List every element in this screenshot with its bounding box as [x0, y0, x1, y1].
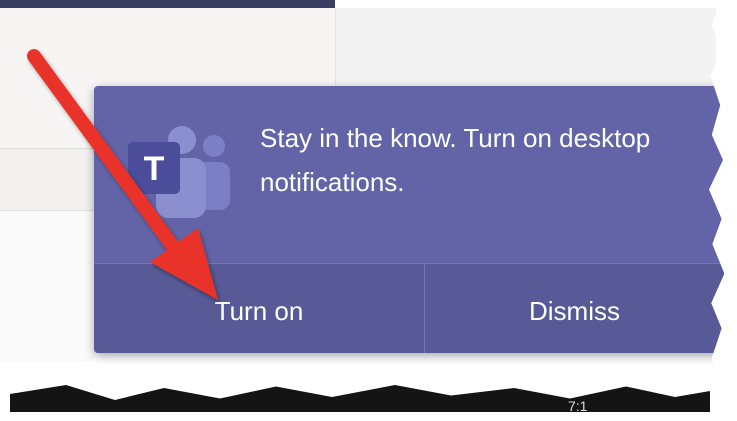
microsoft-teams-icon: T: [128, 126, 230, 218]
taskbar: [10, 385, 710, 412]
toast-body: T Stay in the know. Turn on desktop noti…: [94, 86, 724, 264]
dismiss-button[interactable]: Dismiss: [425, 264, 724, 353]
teams-logo-letter: T: [144, 150, 165, 188]
app-content-panel: [336, 8, 716, 88]
desktop-notification-toast: T Stay in the know. Turn on desktop noti…: [94, 86, 724, 353]
toast-actions: Turn on Dismiss: [94, 263, 724, 353]
toast-message: Stay in the know. Turn on desktop notifi…: [260, 123, 651, 197]
app-left-panel-lower: [0, 148, 95, 211]
app-list-panel: [0, 210, 95, 361]
taskbar-clock: 7:1: [568, 398, 588, 414]
app-title-bar: [0, 0, 335, 8]
turn-on-button[interactable]: Turn on: [94, 264, 425, 353]
